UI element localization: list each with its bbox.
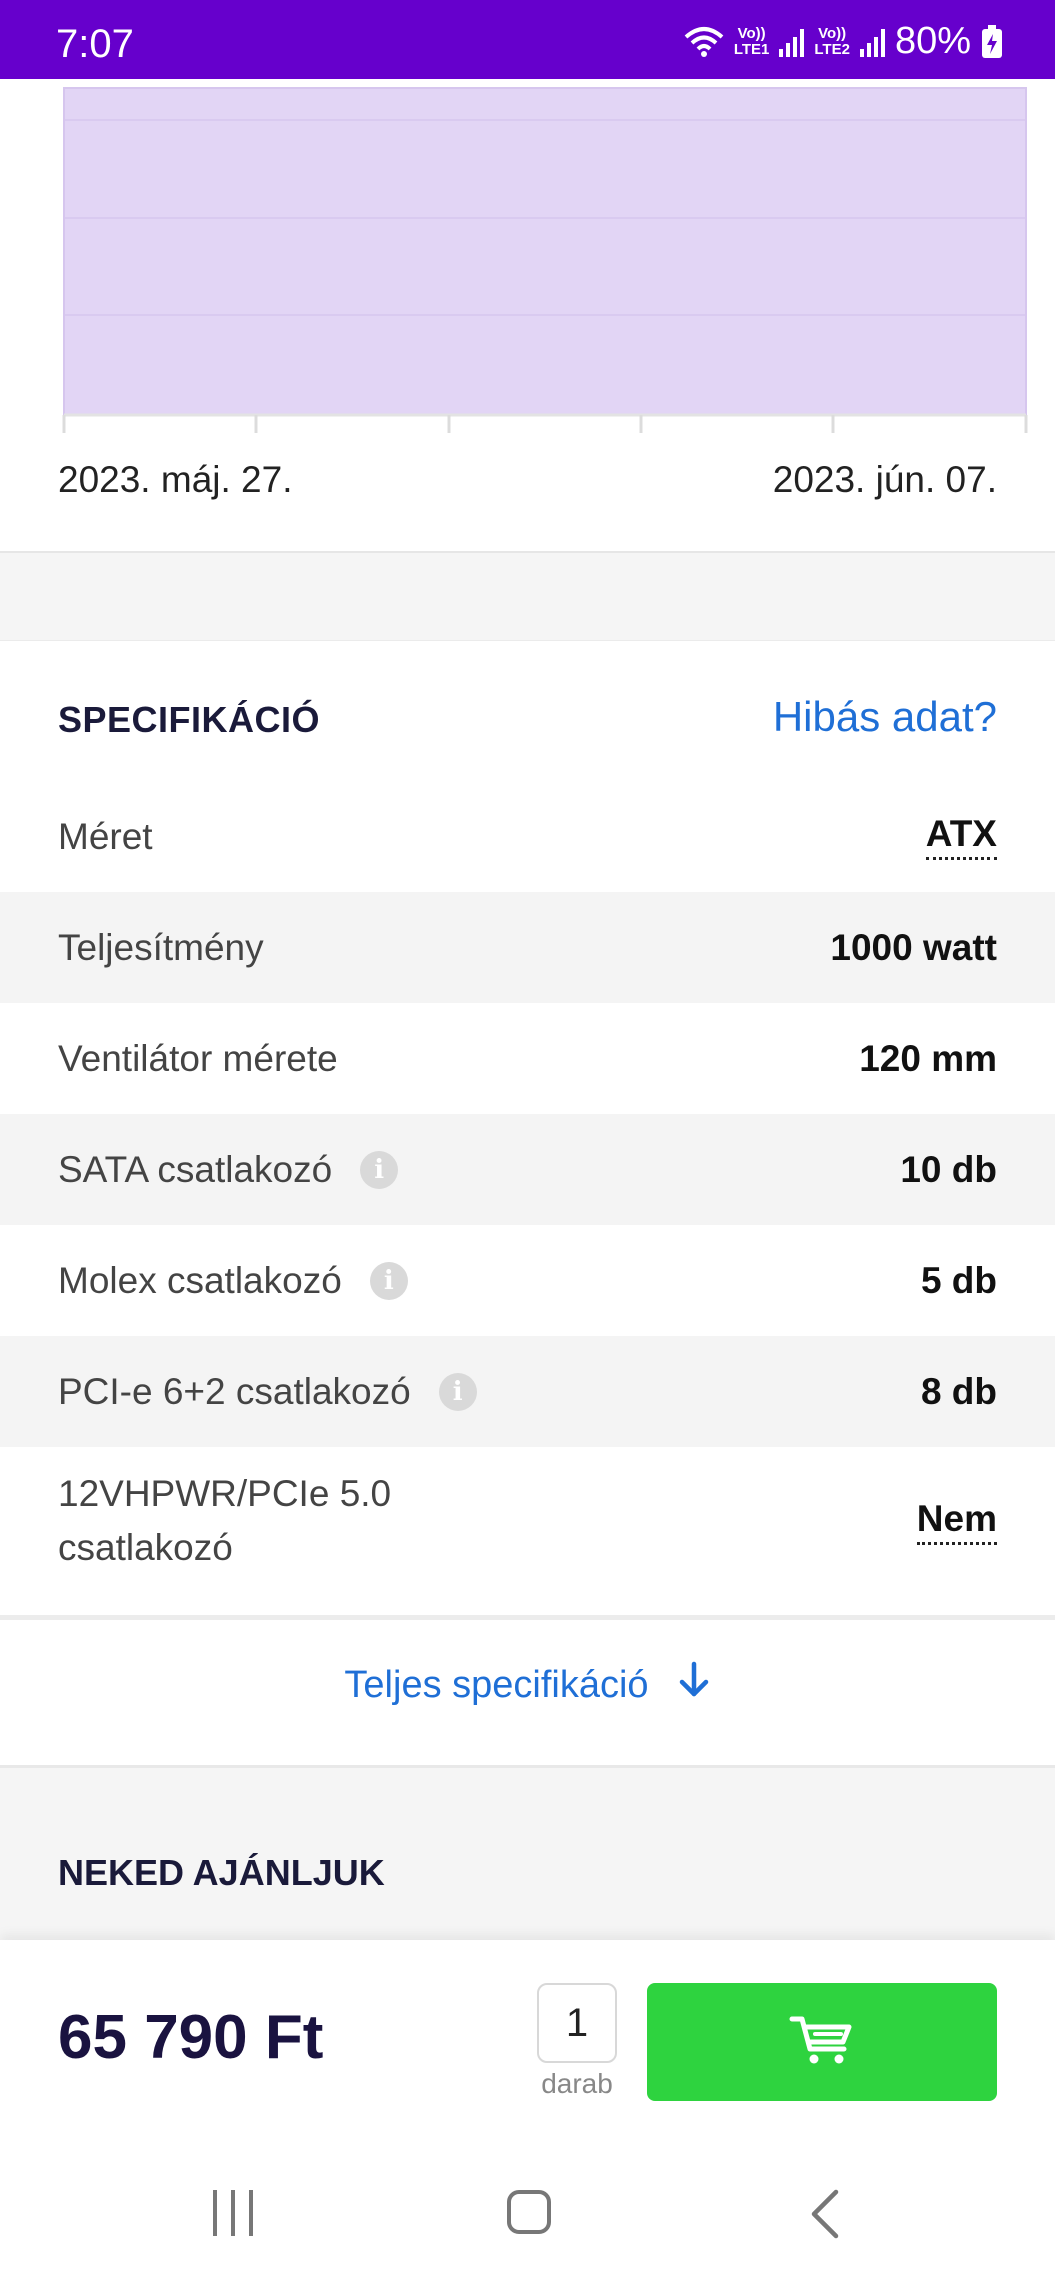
spec-label-group: Molex csatlakozó i — [58, 1254, 408, 1308]
back-button[interactable] — [808, 2188, 842, 2245]
spec-row-fan-size: Ventilátor mérete 120 mm — [0, 1003, 1055, 1114]
recent-apps-button[interactable] — [213, 2190, 253, 2236]
spec-label: 12VHPWR/PCIe 5.0 — [58, 1473, 392, 1514]
chart-plot — [62, 87, 1028, 433]
price-history-chart: 2023. máj. 27. 2023. jún. 07. — [0, 79, 1055, 553]
spec-row-pcie: PCI-e 6+2 csatlakozó i 8 db — [0, 1336, 1055, 1447]
chart-start-date: 2023. máj. 27. — [58, 459, 293, 500]
cart-icon — [789, 2014, 855, 2071]
back-chevron-icon — [811, 2189, 839, 2239]
battery-charging-icon — [981, 24, 1003, 59]
quantity-label: darab — [541, 2068, 613, 2099]
spec-label: PCI-e 6+2 csatlakozó — [58, 1370, 411, 1412]
battery-percent: 80% — [894, 20, 971, 62]
divider — [0, 1615, 1055, 1620]
chart-fill-area — [63, 87, 1027, 416]
arrow-down-icon — [677, 1661, 711, 1709]
status-indicators: Vo)) LTE1 Vo)) LTE2 80% — [684, 20, 1003, 63]
add-to-cart-button[interactable] — [647, 1983, 997, 2101]
spec-label-group: PCI-e 6+2 csatlakozó i — [58, 1365, 477, 1419]
spec-value: 5 db — [920, 1259, 997, 1301]
spec-value-link[interactable]: Nem — [916, 1498, 997, 1545]
spec-row-molex: Molex csatlakozó i 5 db — [0, 1225, 1055, 1336]
section-separator — [0, 553, 1055, 641]
full-spec-label: Teljes specifikáció — [344, 1663, 649, 1706]
chart-end-date: 2023. jún. 07. — [772, 459, 997, 500]
quantity-input[interactable]: 1 — [537, 1983, 617, 2063]
spec-table: Méret ATX Teljesítmény 1000 watt Ventilá… — [0, 781, 1055, 1595]
spec-label: Ventilátor mérete — [58, 1037, 338, 1079]
spec-row-12vhpwr: 12VHPWR/PCIe 5.0 csatlakozó Nem — [0, 1447, 1055, 1595]
recommended-section: NEKED AJÁNLJUK — [0, 1765, 1055, 1940]
status-bar: 7:07 Vo)) LTE1 Vo)) LTE2 80% — [0, 0, 1055, 79]
info-icon[interactable]: i — [369, 1261, 408, 1300]
purchase-bar: 65 790 Ft 1 darab — [0, 1940, 1055, 2140]
spec-title: SPECIFIKÁCIÓ — [58, 699, 321, 740]
info-icon[interactable]: i — [360, 1150, 399, 1189]
info-icon[interactable]: i — [438, 1372, 477, 1411]
spec-row-size: Méret ATX — [0, 781, 1055, 892]
spec-value: 10 db — [900, 1148, 997, 1190]
sim2-volte-label: Vo)) — [818, 24, 847, 42]
spec-label-group: 12VHPWR/PCIe 5.0 csatlakozó — [58, 1467, 391, 1575]
sim1-indicator: Vo)) LTE1 — [733, 24, 770, 58]
spec-label: Molex csatlakozó — [58, 1259, 342, 1301]
sim2-indicator: Vo)) LTE2 — [814, 24, 850, 58]
spec-label: SATA csatlakozó — [58, 1148, 333, 1190]
recommended-title: NEKED AJÁNLJUK — [58, 1852, 385, 1893]
product-price: 65 790 Ft — [58, 2003, 324, 2072]
spec-label: Teljesítmény — [58, 926, 264, 968]
full-spec-button[interactable]: Teljes specifikáció — [0, 1645, 1055, 1725]
spec-label-group: SATA csatlakozó i — [58, 1143, 399, 1197]
sim2-lte-label: LTE2 — [814, 40, 850, 58]
spec-value-link[interactable]: ATX — [925, 813, 997, 860]
spec-label: csatlakozó — [58, 1527, 233, 1568]
specification-section: SPECIFIKÁCIÓ Hibás adat? Méret ATX Telje… — [0, 641, 1055, 1765]
report-error-link[interactable]: Hibás adat? — [773, 693, 997, 741]
spec-value: 120 mm — [859, 1037, 997, 1079]
status-time: 7:07 — [56, 22, 134, 66]
sim1-lte-label: LTE1 — [733, 40, 770, 58]
spec-row-power: Teljesítmény 1000 watt — [0, 892, 1055, 1003]
spec-value: 8 db — [920, 1370, 997, 1412]
signal-icon — [779, 27, 805, 57]
wifi-icon — [684, 25, 724, 59]
system-nav-bar — [0, 2140, 1055, 2286]
spec-row-sata: SATA csatlakozó i 10 db — [0, 1114, 1055, 1225]
spec-value: 1000 watt — [830, 926, 997, 968]
signal-icon — [859, 27, 885, 57]
home-button[interactable] — [507, 2190, 551, 2234]
spec-label: Méret — [58, 815, 153, 857]
sim1-volte-label: Vo)) — [737, 24, 766, 42]
